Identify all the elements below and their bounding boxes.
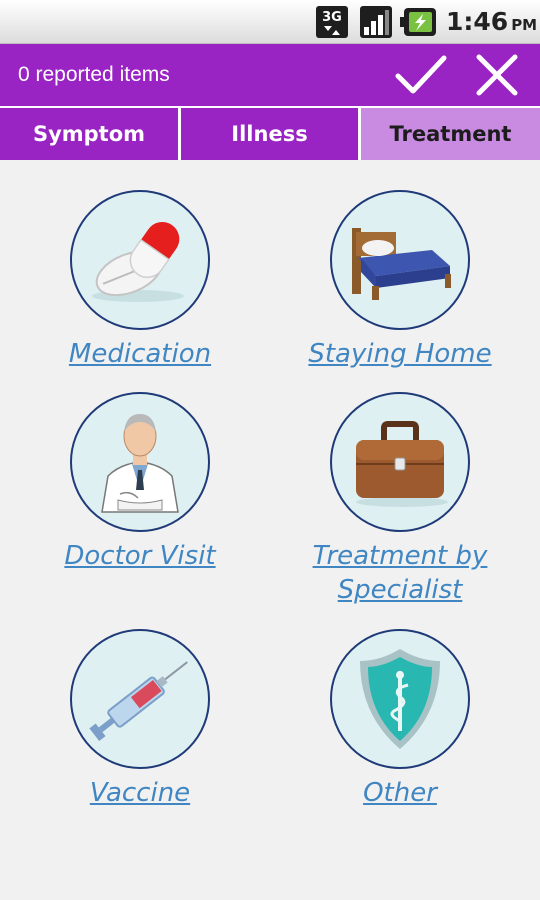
doctor-visit-button[interactable] xyxy=(70,392,210,532)
bed-icon xyxy=(352,228,451,300)
tab-symptom[interactable]: Symptom xyxy=(0,108,178,160)
other-link[interactable]: Other xyxy=(265,776,535,810)
treatment-by-specialist-line2: Specialist xyxy=(337,575,463,605)
svg-text:3G: 3G xyxy=(322,10,342,25)
briefcase-icon xyxy=(356,421,448,507)
medication-link[interactable]: Medication xyxy=(5,337,275,371)
tab-treatment[interactable]: Treatment xyxy=(361,108,540,160)
medical-shield-icon xyxy=(360,649,440,749)
syringe-icon xyxy=(89,661,188,742)
reported-items-count: 0 reported items xyxy=(18,63,170,86)
treatment-by-specialist-link[interactable]: Treatment by Specialist xyxy=(265,539,535,607)
vaccine-link[interactable]: Vaccine xyxy=(5,776,275,810)
tab-bar: Symptom Illness Treatment xyxy=(0,106,540,160)
pills-icon xyxy=(92,221,184,302)
staying-home-link[interactable]: Staying Home xyxy=(265,337,535,371)
medication-button[interactable] xyxy=(70,190,210,330)
check-icon[interactable] xyxy=(394,52,448,98)
battery-charging-icon xyxy=(400,8,436,36)
clock: 1:46 PM xyxy=(446,7,538,36)
close-icon[interactable] xyxy=(472,52,522,98)
staying-home-button[interactable] xyxy=(330,190,470,330)
doctor-visit-link[interactable]: Doctor Visit xyxy=(5,539,275,573)
tab-illness[interactable]: Illness xyxy=(181,108,358,160)
treatment-by-specialist-line1: Treatment by xyxy=(312,541,488,571)
signal-strength-icon xyxy=(360,6,392,38)
doctor-icon xyxy=(101,414,179,513)
other-button[interactable] xyxy=(330,629,470,769)
action-bar: 0 reported items xyxy=(0,44,540,106)
status-bar: 3G 1:46 PM xyxy=(0,0,540,44)
vaccine-button[interactable] xyxy=(70,629,210,769)
treatment-by-specialist-button[interactable] xyxy=(330,392,470,532)
3g-network-icon: 3G xyxy=(316,6,348,38)
